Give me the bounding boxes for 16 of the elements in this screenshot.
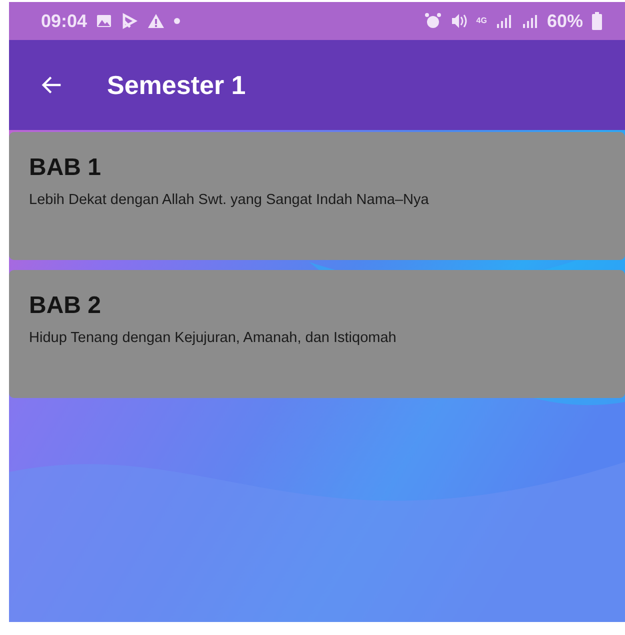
chapter-subtitle: Hidup Tenang dengan Kejujuran, Amanah, dan Istiqomah xyxy=(29,330,398,346)
dot-icon xyxy=(173,17,182,25)
chapter-title: BAB 1 xyxy=(29,154,102,182)
battery-level: 60% xyxy=(546,10,583,32)
network-type: 4G xyxy=(476,17,487,25)
app-bar-title: Semester 1 xyxy=(107,70,246,100)
chapter-title: BAB 2 xyxy=(29,292,102,320)
chapter-card[interactable]: BAB 2 Hidup Tenang dengan Kejujuran, Amanah, dan Istiqomah xyxy=(9,270,625,398)
image-icon xyxy=(95,12,114,30)
warning-icon xyxy=(147,12,166,30)
signal-icon xyxy=(494,12,513,30)
signal-icon xyxy=(520,12,539,30)
chapter-card[interactable]: BAB 1 Lebih Dekat dengan Allah Swt. yang Sangat Indah Nama–Nya xyxy=(9,132,625,260)
battery-icon xyxy=(591,12,603,30)
chapter-subtitle: Lebih Dekat dengan Allah Swt. yang Sangat Indah Nama–Nya xyxy=(29,192,430,208)
status-time: 09:04 xyxy=(41,10,88,32)
